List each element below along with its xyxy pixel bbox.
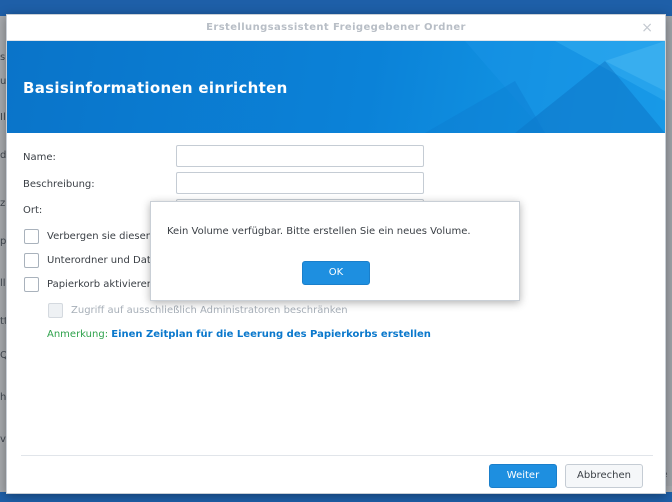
recycle-bin-checkbox[interactable] xyxy=(24,276,39,292)
alert-message: Kein Volume verfügbar. Bitte erstellen S… xyxy=(167,226,471,237)
empty-recycle-schedule-link[interactable]: Einen Zeitplan für die Leerung des Papie… xyxy=(111,329,431,340)
recycle-bin-label: Papierkorb aktivieren xyxy=(47,278,154,290)
wizard-banner: Basisinformationen einrichten xyxy=(7,41,665,133)
hide-folder-checkbox[interactable] xyxy=(24,228,39,244)
note-prefix: Anmerkung: xyxy=(47,329,109,340)
footer-divider xyxy=(21,455,653,456)
next-button[interactable]: Weiter xyxy=(489,464,557,488)
close-icon[interactable]: × xyxy=(641,15,653,41)
wizard-title[interactable]: Erstellungsassistent Freigegebener Ordne… xyxy=(7,15,665,41)
hide-subfolders-option[interactable]: Unterordner und Dat xyxy=(24,252,151,268)
description-label: Beschreibung: xyxy=(23,179,95,190)
admin-only-label: Zugriff auf ausschließlich Administrator… xyxy=(71,304,348,316)
banner-decoration-icon xyxy=(425,41,665,133)
banner-title: Basisinformationen einrichten xyxy=(23,79,288,97)
hide-folder-label: Verbergen sie diesen xyxy=(47,230,153,242)
name-label: Name: xyxy=(23,152,56,163)
cancel-button[interactable]: Abbrechen xyxy=(565,464,643,488)
admin-only-option: Zugriff auf ausschließlich Administrator… xyxy=(48,302,348,318)
recycle-note: Anmerkung: Einen Zeitplan für die Leerun… xyxy=(47,329,431,340)
recycle-bin-option[interactable]: Papierkorb aktivieren xyxy=(24,276,153,292)
ok-button[interactable]: OK xyxy=(302,261,370,285)
admin-only-checkbox xyxy=(48,302,63,318)
no-volume-alert: Kein Volume verfügbar. Bitte erstellen S… xyxy=(150,201,520,301)
hide-folder-option[interactable]: Verbergen sie diesen xyxy=(24,228,152,244)
hide-subfolders-label: Unterordner und Dat xyxy=(47,254,151,266)
name-input[interactable] xyxy=(176,145,424,167)
description-input[interactable] xyxy=(176,172,424,194)
hide-subfolders-checkbox[interactable] xyxy=(24,252,39,268)
location-label: Ort: xyxy=(23,205,43,216)
